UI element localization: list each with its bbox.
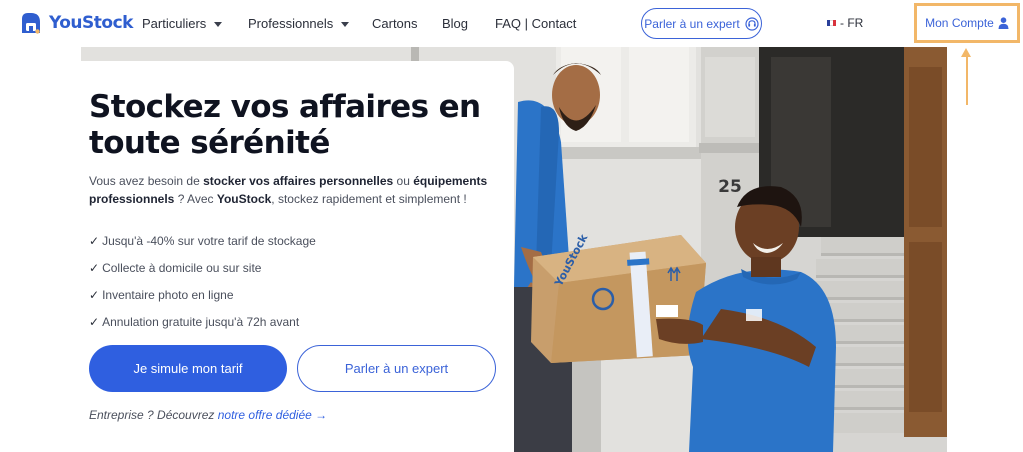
nav-professionnels[interactable]: Professionnels [248,16,350,31]
nav-faq-contact[interactable]: FAQ | Contact [495,16,576,31]
feature-list: ✓ Jusqu'à -40% sur votre tarif de stocka… [89,233,316,341]
hero-content-card: Stockez vos affaires en toute sérénité V… [81,61,514,452]
feature-text: Annulation gratuite jusqu'à 72h avant [102,315,300,329]
caret-down-icon [214,21,223,27]
top-navigation-bar: YouStock Particuliers Professionnels Car… [0,0,1023,47]
language-label: - FR [840,16,864,30]
nav-blog-label: Blog [442,16,469,31]
enterprise-offer-text: Entreprise ? Découvrez notre offre dédié… [89,408,327,422]
feature-item: ✓ Annulation gratuite jusqu'à 72h avant [89,314,316,341]
enterprise-prefix: Entreprise ? Découvrez [89,408,218,422]
intro-text-1: Vous avez besoin de [89,174,204,188]
logo-text: YouStock [49,13,133,33]
feature-text: Collecte à domicile ou sur site [102,261,262,275]
checkmark-icon: ✓ [89,315,100,329]
intro-text-2: ou [393,174,414,188]
nav-blog[interactable]: Blog [442,16,468,31]
arrow-right-icon: → [315,408,328,422]
nav-cartons-label: Cartons [372,16,418,31]
intro-bold-brand: YouStock [216,192,272,206]
language-selector[interactable]: - FR [827,16,863,30]
feature-item: ✓ Jusqu'à -40% sur votre tarif de stocka… [89,233,316,260]
nav-particuliers-label: Particuliers [142,16,207,31]
checkmark-icon: ✓ [89,261,100,275]
hero-intro: Vous avez besoin de stocker vos affaires… [89,172,489,208]
enterprise-offer-link[interactable]: notre offre dédiée → [218,408,327,422]
user-icon [998,17,1009,29]
simulate-price-button[interactable]: Je simule mon tarif [89,345,287,392]
annotation-arrow-line [966,55,968,105]
checkmark-icon: ✓ [89,288,100,302]
feature-item: ✓ Inventaire photo en ligne [89,287,316,314]
france-flag-icon [827,20,836,26]
feature-text: Jusqu'à -40% sur votre tarif de stockage [102,234,316,248]
talk-to-expert-button[interactable]: Parler à un expert [641,8,762,39]
talk-to-expert-label: Parler à un expert [644,16,740,31]
feature-item: ✓ Collecte à domicile ou sur site [89,260,316,287]
caret-down-icon [341,21,350,27]
intro-text-4: , stockez rapidement et simplement ! [271,192,467,206]
youstock-logo[interactable]: YouStock [19,11,133,35]
my-account-button[interactable]: Mon Compte [914,3,1020,43]
intro-bold-personal: stocker vos affaires personnelles [203,174,394,188]
intro-text-3: ? Avec [174,192,217,206]
hero-title: Stockez vos affaires en toute sérénité [89,89,481,161]
enterprise-link-label: notre offre dédiée [217,408,312,422]
my-account-label: Mon Compte [925,16,994,30]
youstock-logo-icon [19,11,43,35]
nav-particuliers[interactable]: Particuliers [142,16,223,31]
checkmark-icon: ✓ [89,234,100,248]
talk-to-expert-cta-button[interactable]: Parler à un expert [297,345,496,392]
house-number: 25 [718,177,742,197]
headset-icon [745,16,759,31]
nav-cartons[interactable]: Cartons [372,16,418,31]
nav-professionnels-label: Professionnels [248,16,334,31]
nav-faq-contact-label: FAQ | Contact [495,16,577,31]
feature-text: Inventaire photo en ligne [102,288,234,302]
